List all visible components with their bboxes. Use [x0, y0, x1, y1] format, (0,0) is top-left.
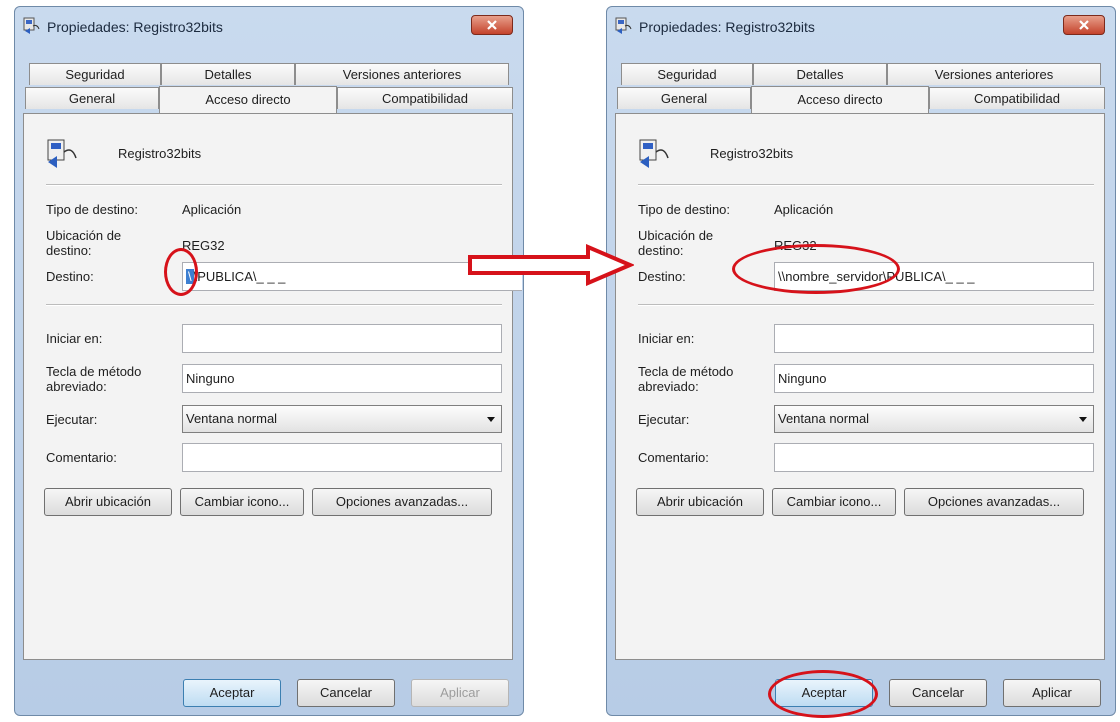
tab-acceso-directo[interactable]: Acceso directo: [159, 86, 337, 113]
destino-label: Destino:: [46, 269, 94, 284]
cambiar-icono-button[interactable]: Cambiar icono...: [180, 488, 304, 516]
tab-panel: Registro32bits Tipo de destino: Aplicaci…: [23, 113, 522, 660]
tecla-metodo-input[interactable]: Ninguno: [182, 364, 502, 393]
iniciar-en-label: Iniciar en:: [638, 331, 695, 346]
tab-seguridad[interactable]: Seguridad: [621, 63, 753, 85]
opciones-avanzadas-button[interactable]: Opciones avanzadas...: [312, 488, 492, 516]
shortcut-icon: [639, 139, 669, 168]
destino-text: \PUBLICA\_ _ _: [193, 269, 286, 284]
chevron-down-icon: [1079, 417, 1087, 422]
shortcut-app-icon: [615, 17, 632, 34]
title-bar[interactable]: Propiedades: Registro32bits: [607, 7, 1115, 45]
tab-detalles[interactable]: Detalles: [753, 63, 887, 85]
tipo-destino-value: Aplicación: [774, 202, 834, 217]
ubicacion-destino-label: Ubicación de destino:: [46, 228, 122, 258]
tab-acceso-directo[interactable]: Acceso directo: [751, 86, 929, 113]
tipo-destino-label: Tipo de destino:: [638, 202, 731, 217]
ejecutar-label: Ejecutar:: [46, 412, 98, 427]
cambiar-icono-button[interactable]: Cambiar icono...: [772, 488, 896, 516]
ubicacion-destino-label: Ubicación de destino:: [638, 228, 714, 258]
iniciar-en-input[interactable]: [182, 324, 502, 353]
ejecutar-value: Ventana normal: [186, 411, 278, 426]
opciones-avanzadas-button[interactable]: Opciones avanzadas...: [904, 488, 1084, 516]
ejecutar-value: Ventana normal: [778, 411, 870, 426]
tab-general[interactable]: General: [617, 87, 751, 109]
aceptar-button[interactable]: Aceptar: [183, 679, 281, 707]
cancelar-button[interactable]: Cancelar: [297, 679, 395, 707]
shortcut-app-icon: [23, 17, 40, 34]
ejecutar-label: Ejecutar:: [638, 412, 690, 427]
separator: [46, 184, 502, 186]
tab-general[interactable]: General: [25, 87, 159, 109]
tipo-destino-value: Aplicación: [182, 202, 242, 217]
tab-detalles[interactable]: Detalles: [161, 63, 295, 85]
shortcut-name: Registro32bits: [710, 146, 794, 161]
title-bar[interactable]: Propiedades: Registro32bits: [15, 7, 523, 45]
window-title: Propiedades: Registro32bits: [639, 19, 815, 35]
red-arrow-icon: [468, 244, 634, 286]
chevron-down-icon: [487, 417, 495, 422]
ejecutar-select[interactable]: Ventana normal: [182, 405, 502, 433]
aplicar-button[interactable]: Aplicar: [411, 679, 509, 707]
highlight-circle-aceptar: [768, 670, 878, 718]
tab-versiones-anteriores[interactable]: Versiones anteriores: [295, 63, 509, 85]
iniciar-en-input[interactable]: [774, 324, 1094, 353]
tecla-metodo-label: Tecla de método abreviado:: [46, 364, 142, 394]
window-title: Propiedades: Registro32bits: [47, 19, 223, 35]
destino-label: Destino:: [638, 269, 686, 284]
tecla-metodo-input[interactable]: Ninguno: [774, 364, 1094, 393]
shortcut-name: Registro32bits: [118, 146, 202, 161]
properties-window-before: Propiedades: Registro32bits Seguridad De…: [14, 6, 524, 716]
highlight-circle-server-name: [732, 244, 900, 294]
separator: [638, 304, 1094, 306]
close-button[interactable]: [471, 15, 513, 35]
highlight-circle-backslash: [164, 248, 198, 296]
tecla-metodo-label: Tecla de método abreviado:: [638, 364, 734, 394]
cancelar-button[interactable]: Cancelar: [889, 679, 987, 707]
shortcut-icon: [47, 139, 77, 168]
tipo-destino-label: Tipo de destino:: [46, 202, 139, 217]
comentario-input[interactable]: [182, 443, 502, 472]
tab-panel: Registro32bits Tipo de destino: Aplicaci…: [615, 113, 1105, 660]
tab-compatibilidad[interactable]: Compatibilidad: [337, 87, 513, 109]
comentario-label: Comentario:: [46, 450, 117, 465]
properties-window-after: Propiedades: Registro32bits Seguridad De…: [606, 6, 1116, 716]
comentario-label: Comentario:: [638, 450, 709, 465]
separator: [46, 304, 502, 306]
comentario-input[interactable]: [774, 443, 1094, 472]
abrir-ubicacion-button[interactable]: Abrir ubicación: [44, 488, 172, 516]
close-button[interactable]: [1063, 15, 1105, 35]
abrir-ubicacion-button[interactable]: Abrir ubicación: [636, 488, 764, 516]
tab-seguridad[interactable]: Seguridad: [29, 63, 161, 85]
ejecutar-select[interactable]: Ventana normal: [774, 405, 1094, 433]
tab-versiones-anteriores[interactable]: Versiones anteriores: [887, 63, 1101, 85]
iniciar-en-label: Iniciar en:: [46, 331, 103, 346]
aplicar-button[interactable]: Aplicar: [1003, 679, 1101, 707]
separator: [638, 184, 1094, 186]
close-icon: [1079, 20, 1089, 30]
close-icon: [487, 20, 497, 30]
tab-compatibilidad[interactable]: Compatibilidad: [929, 87, 1105, 109]
